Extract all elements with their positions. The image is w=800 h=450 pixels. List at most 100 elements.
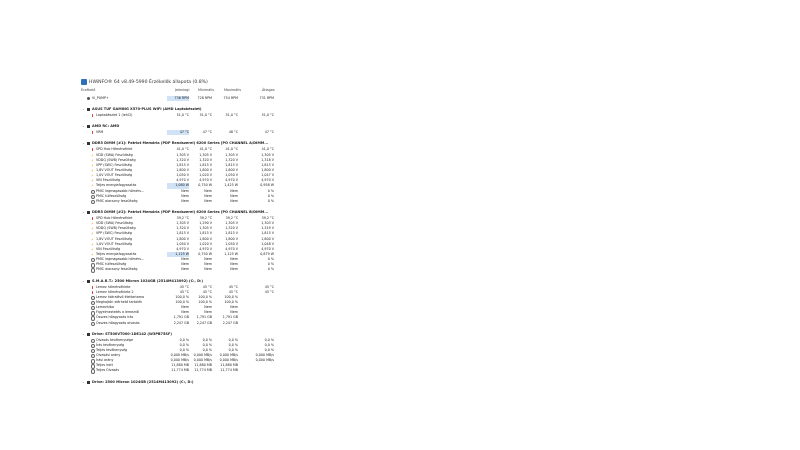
value-avg: 47 °C: [264, 130, 274, 135]
value-min: 11,774 MB: [194, 368, 212, 373]
sensor-row[interactable]: PMIC alacsony feszültség Nem Nem Nem 0 %: [80, 198, 280, 205]
chevron-down-icon[interactable]: ⌄: [82, 278, 85, 285]
group-title: DDR5 DIMM [#1]: Patriot Memória (PDP Ren…: [92, 141, 269, 146]
value-max: 754 RPM: [223, 96, 238, 100]
value-max: 51,0 °C: [225, 113, 238, 118]
voltage-icon: ⚡: [91, 183, 94, 189]
value-max: 11,774 MB: [220, 368, 238, 373]
voltage-icon: ⚡: [91, 178, 94, 184]
sensor-groups: ⌄ ASUS TUF GAMING X570-PLUS WIFI (AMD Lap…: [80, 101, 280, 385]
sensor-group-header[interactable]: ⌄ Drive: 2500 Micron 1024GB (2514M413092)…: [80, 379, 280, 386]
value-current: Nem: [181, 267, 189, 272]
voltage-icon: ⚡: [91, 226, 94, 232]
sensor-label: Vi_PUMP+: [92, 96, 109, 100]
value-min: Nem: [204, 267, 212, 272]
sensor-row[interactable]: Összes hőagyozás olvasás 2,247 GB 2,247 GB…: [80, 321, 280, 326]
sensor-group-header[interactable]: ⌄ DDR5 DIMM [#2]: Patriot Memória (PDP Re…: [80, 209, 280, 216]
device-icon: [87, 332, 90, 336]
group-title: DDR5 DIMM [#2]: Patriot Memória (PDP Ren…: [92, 209, 269, 214]
value-avg: 0 %: [267, 198, 274, 203]
value-max: Nem: [230, 198, 238, 203]
chevron-down-icon[interactable]: ⌄: [82, 106, 85, 113]
group-title: Drive: 2500 Micron 1024GB (2514M413092) …: [92, 379, 194, 384]
voltage-icon: ⚡: [91, 231, 94, 237]
device-icon: [87, 279, 90, 283]
sensor-row[interactable]: Teljes Olvasás 11,774 MB 11,774 MB 11,774 M…: [80, 368, 280, 374]
sensor-label: Teljes Olvasás: [96, 368, 120, 373]
chevron-down-icon[interactable]: ⌄: [82, 379, 85, 386]
col-header-min[interactable]: Minimális: [198, 88, 214, 92]
sensor-row[interactable]: VRM 47 °C 47 °C 48 °C 47 °C: [80, 130, 280, 136]
sensor-window: HWiNFO® 64 v8.49-5990 Érzékelők állapota…: [80, 78, 280, 450]
value-current: 47 °C: [167, 130, 189, 136]
value-avg: 731 RPM: [259, 96, 274, 100]
device-icon: [87, 125, 90, 129]
voltage-icon: ⚡: [91, 173, 94, 179]
voltage-icon: ⚡: [91, 246, 94, 252]
voltage-icon: ⚡: [91, 221, 94, 227]
sensor-label: PMIC alacsony feszültség: [96, 267, 138, 272]
sensor-label: Lapkakészlet 1 (lehCI): [96, 113, 133, 118]
chevron-down-icon[interactable]: ⌄: [82, 123, 85, 130]
sensor-group-header[interactable]: ⌄ Drive: ST500VT000-1DE142 (W3PB75SF): [80, 331, 280, 338]
group-title: ASUS TUF GAMING X570-PLUS WIFI (AMD Lapt…: [92, 107, 202, 112]
app-icon: [81, 79, 87, 85]
device-icon: [87, 210, 90, 214]
device-icon: [87, 108, 90, 112]
clock-icon: [91, 321, 96, 326]
voltage-icon: ⚡: [91, 157, 94, 163]
voltage-icon: ⚡: [91, 167, 94, 173]
clock-icon: [91, 369, 96, 374]
sensor-label: Összes hőagyozás olvasás: [96, 320, 140, 325]
sensor-row[interactable]: Lapkakészlet 1 (lehCI) 51,0 °C 51,0 °C 51,0…: [80, 113, 280, 118]
value-max: Nem: [230, 267, 238, 272]
thermometer-icon: [92, 114, 94, 118]
thermometer-icon: [92, 148, 94, 152]
sensor-label: PMIC alacsony feszültség: [96, 198, 138, 203]
window-title: HWiNFO® 64 v8.49-5990 Érzékelők állapota…: [89, 79, 208, 85]
value-max: 2,247 GB: [222, 320, 238, 325]
group-title: AMD RC: AMD: [92, 124, 120, 129]
thermometer-icon: [92, 290, 94, 294]
chevron-down-icon[interactable]: ⌄: [82, 140, 85, 147]
sensor-group-header[interactable]: ⌄ DDR5 DIMM [#1]: Patriot Memória (PDP Re…: [80, 140, 280, 147]
thermometer-icon: [92, 216, 94, 220]
device-icon: [87, 380, 90, 384]
group-title: Drive: ST500VT000-1DE142 (W3PB75SF): [92, 331, 172, 336]
title-bar: HWiNFO® 64 v8.49-5990 Érzékelők állapota…: [80, 78, 280, 86]
col-header-avg[interactable]: Átlagos: [262, 88, 275, 92]
value-min: 728 RPM: [197, 96, 212, 100]
value-current: Nem: [181, 198, 189, 203]
sensor-row[interactable]: PMIC alacsony feszültség Nem Nem Nem 0 %: [80, 267, 280, 273]
value-current: 11,774 MB: [171, 368, 189, 373]
sensor-group-header[interactable]: ⌄ AMD RC: AMD: [80, 123, 280, 130]
voltage-icon: ⚡: [91, 162, 94, 168]
chevron-down-icon[interactable]: ⌄: [82, 209, 85, 216]
value-min: 51,0 °C: [199, 113, 212, 118]
value-min: 2,247 GB: [196, 320, 212, 325]
value-avg: 0 %: [267, 267, 274, 272]
voltage-icon: ⚡: [91, 241, 94, 247]
voltage-icon: ⚡: [91, 236, 94, 242]
thermometer-icon: [92, 285, 94, 289]
col-header-max[interactable]: Maximális: [224, 88, 241, 92]
value-current: 2,247 GB: [173, 320, 189, 325]
value-min: 47 °C: [202, 130, 212, 135]
column-header: Érzékelő Jelenlegi Minimális Maximális Á…: [80, 86, 280, 96]
value-avg: 51,0 °C: [261, 113, 274, 118]
sensor-group-header[interactable]: ⌄ S.M.A.R.T.: 2500 Micron 1024GB (2514M41…: [80, 278, 280, 285]
value-current: 51,0 °C: [176, 113, 189, 118]
value-max: 48 °C: [228, 130, 238, 135]
col-header-name[interactable]: Érzékelő: [81, 88, 95, 92]
group-title: S.M.A.R.T.: 2500 Micron 1024GB (2514M413…: [92, 278, 203, 283]
device-icon: [87, 142, 90, 146]
clock-icon: [91, 268, 96, 273]
fan-icon: [87, 97, 90, 100]
clock-icon: [91, 199, 96, 205]
chevron-down-icon[interactable]: ⌄: [82, 331, 85, 338]
sensor-row-pump[interactable]: Vi_PUMP+ 736 RPM 728 RPM 754 RPM 731 RPM: [80, 96, 280, 102]
sensor-label: VRM: [96, 130, 104, 135]
value-current: 736 RPM: [167, 96, 189, 102]
col-header-current[interactable]: Jelenlegi: [175, 88, 189, 92]
sensor-group-header[interactable]: ⌄ ASUS TUF GAMING X570-PLUS WIFI (AMD Lap…: [80, 106, 280, 113]
